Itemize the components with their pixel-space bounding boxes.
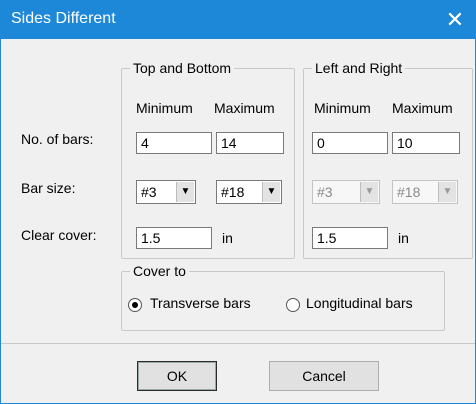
top-bottom-size-max-value: #18 (221, 184, 245, 200)
top-bottom-cover-unit: in (222, 230, 233, 246)
chevron-down-icon[interactable]: ▼ (438, 182, 456, 202)
left-right-size-max-value: #18 (397, 184, 421, 200)
top-bottom-bars-max-input[interactable]: 14 (216, 132, 284, 154)
label-bar-size: Bar size: (21, 180, 76, 196)
transverse-bars-radio[interactable] (128, 298, 142, 312)
longitudinal-bars-label[interactable]: Longitudinal bars (306, 295, 413, 311)
label-clear-cover: Clear cover: (21, 227, 97, 243)
left-right-legend: Left and Right (312, 60, 406, 76)
button-separator (1, 343, 475, 344)
ok-button[interactable]: OK (137, 361, 217, 391)
left-right-size-min-select[interactable]: #3 ▼ (312, 180, 380, 204)
chevron-down-icon[interactable]: ▼ (360, 182, 378, 202)
top-bottom-size-min-select[interactable]: #3 ▼ (136, 180, 196, 204)
longitudinal-bars-radio[interactable] (286, 298, 300, 312)
cover-to-legend: Cover to (130, 263, 189, 279)
top-bottom-cover-input[interactable]: 1.5 (136, 227, 212, 249)
left-right-cover-unit: in (398, 230, 409, 246)
left-right-size-min-value: #3 (317, 184, 333, 200)
radio-selected-dot (132, 302, 138, 308)
left-right-minimum-header: Minimum (314, 100, 371, 116)
top-bottom-legend: Top and Bottom (130, 60, 235, 76)
top-bottom-size-max-select[interactable]: #18 ▼ (216, 180, 282, 204)
top-bottom-minimum-header: Minimum (136, 100, 193, 116)
dialog-body: No. of bars: Bar size: Clear cover: Top … (1, 39, 475, 403)
top-bottom-maximum-header: Maximum (214, 100, 275, 116)
top-bottom-group: Top and Bottom Minimum Maximum 4 14 #3 ▼… (121, 60, 295, 259)
title-bar[interactable]: Sides Different ✕ (1, 1, 475, 39)
chevron-down-icon[interactable]: ▼ (176, 182, 194, 202)
cancel-button[interactable]: Cancel (269, 361, 379, 391)
window-title: Sides Different (11, 10, 116, 27)
left-right-size-max-select[interactable]: #18 ▼ (392, 180, 458, 204)
left-right-bars-max-input[interactable]: 10 (392, 132, 460, 154)
close-icon[interactable]: ✕ (435, 1, 475, 39)
dialog-window: Sides Different ✕ No. of bars: Bar size:… (0, 0, 476, 404)
top-bottom-size-min-value: #3 (141, 184, 157, 200)
top-bottom-bars-min-input[interactable]: 4 (136, 132, 212, 154)
left-right-group: Left and Right Minimum Maximum 0 10 #3 ▼… (303, 60, 473, 259)
label-no-of-bars: No. of bars: (21, 131, 94, 147)
left-right-cover-input[interactable]: 1.5 (312, 227, 388, 249)
left-right-maximum-header: Maximum (392, 100, 453, 116)
transverse-bars-label[interactable]: Transverse bars (150, 295, 251, 311)
left-right-bars-min-input[interactable]: 0 (312, 132, 388, 154)
cover-to-group: Cover to Transverse bars Longitudinal ba… (121, 263, 445, 331)
chevron-down-icon[interactable]: ▼ (262, 182, 280, 202)
